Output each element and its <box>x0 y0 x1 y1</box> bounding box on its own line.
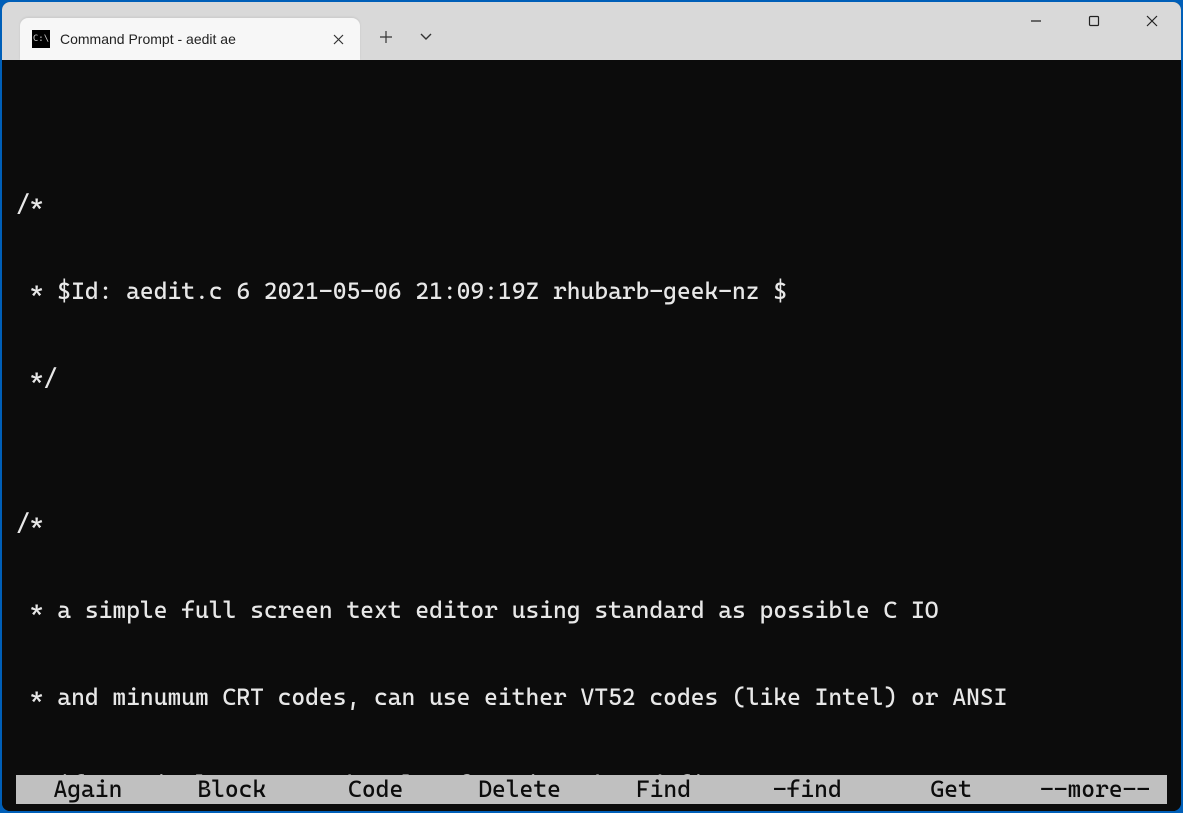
menu-again[interactable]: Again <box>16 775 160 804</box>
tab-close-button[interactable] <box>328 29 348 49</box>
code-line: /* <box>16 190 1167 219</box>
window-controls <box>1007 2 1181 42</box>
code-line: */ <box>16 364 1167 393</box>
code-line: * a simple full screen text editor using… <box>16 596 1167 625</box>
tab-title: Command Prompt - aedit ae <box>60 31 328 47</box>
code-line: * and minumum CRT codes, can use either … <box>16 683 1167 712</box>
code-line: * $Id: aedit.c 6 2021-05-06 21:09:19Z rh… <box>16 277 1167 306</box>
chevron-down-icon <box>420 33 432 41</box>
terminal-window: C:\ Command Prompt - aedit ae /* <box>2 2 1181 811</box>
close-icon <box>1146 15 1158 27</box>
code-line: /* <box>16 509 1167 538</box>
menu-more[interactable]: --more-- <box>1023 775 1167 804</box>
minimize-button[interactable] <box>1007 2 1065 40</box>
window-close-button[interactable] <box>1123 2 1181 40</box>
menu-get[interactable]: Get <box>879 775 1023 804</box>
code-content: /* * $Id: aedit.c 6 2021-05-06 21:09:19Z… <box>16 132 1167 811</box>
active-tab[interactable]: C:\ Command Prompt - aedit ae <box>20 18 360 60</box>
menu-code[interactable]: Code <box>304 775 448 804</box>
plus-icon <box>380 31 392 43</box>
cmd-icon: C:\ <box>32 30 50 48</box>
titlebar: C:\ Command Prompt - aedit ae <box>2 2 1181 60</box>
close-icon <box>333 34 344 45</box>
menu-find-back[interactable]: -find <box>735 775 879 804</box>
maximize-icon <box>1088 15 1100 27</box>
new-tab-button[interactable] <box>366 20 406 54</box>
menu-delete[interactable]: Delete <box>448 775 592 804</box>
minimize-icon <box>1030 15 1042 27</box>
tab-dropdown-button[interactable] <box>406 20 446 54</box>
maximize-button[interactable] <box>1065 2 1123 40</box>
menu-block[interactable]: Block <box>160 775 304 804</box>
menu-find[interactable]: Find <box>592 775 736 804</box>
terminal-viewport[interactable]: /* * $Id: aedit.c 6 2021-05-06 21:09:19Z… <box>2 60 1181 811</box>
editor-menu-bar: Again Block Code Delete Find -find Get -… <box>16 775 1167 804</box>
